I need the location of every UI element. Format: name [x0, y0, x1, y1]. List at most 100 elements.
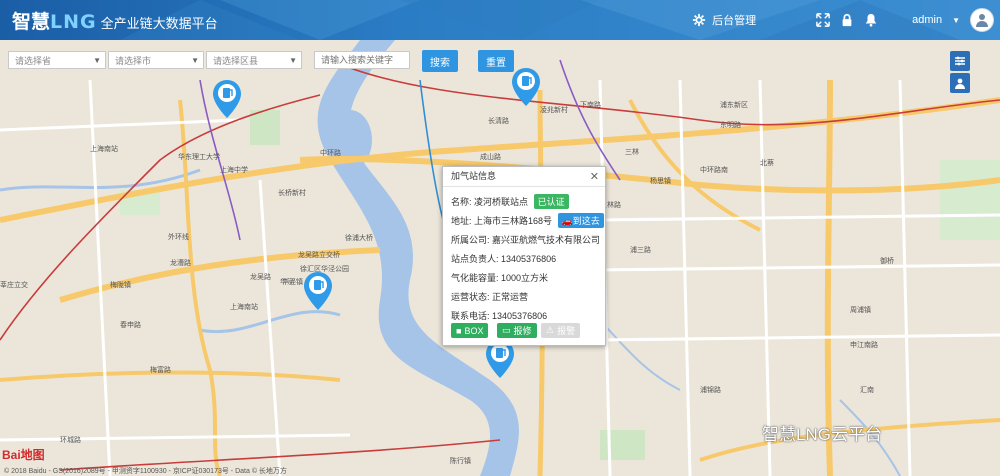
company-value: 嘉兴亚航燃气技术有限公司 [492, 235, 601, 245]
station-pin-icon[interactable] [512, 68, 540, 106]
map-label: 周浦镇 [850, 307, 871, 314]
navigate-label: 到这去 [572, 216, 600, 226]
map-label: 上海南站 [90, 146, 118, 153]
phone-value: 13405376806 [492, 311, 548, 321]
phone-row: 联系电话: 13405376806 [451, 309, 547, 322]
bell-icon[interactable] [864, 13, 878, 27]
status-value: 正常运营 [492, 292, 529, 302]
avatar[interactable] [970, 8, 994, 32]
gear-icon [692, 13, 706, 27]
search-button[interactable]: 搜索 [422, 50, 458, 72]
logo-subtitle: 全产业链大数据平台 [100, 16, 218, 31]
status-row: 运营状态: 正常运营 [451, 290, 528, 303]
district-select[interactable]: 请选择区县 ▼ [206, 51, 302, 69]
layer-toggle-button[interactable] [950, 51, 970, 71]
verified-badge: 已认证 [533, 194, 569, 209]
chevron-down-icon: ▼ [93, 56, 101, 65]
map-label: 长清路 [488, 118, 509, 125]
top-header: 智慧LNG 全产业链大数据平台 后台管理 admin ▼ [0, 0, 1000, 40]
capacity-row: 气化能容量: 1000立方米 [451, 271, 548, 284]
map-label: 龙吴路 [250, 274, 271, 281]
address-row: 地址: 上海市三林路168号 🚗到这去 [451, 213, 604, 228]
app-logo[interactable]: 智慧LNG 全产业链大数据平台 [12, 7, 218, 34]
filter-bar: 请选择省 ▼ 请选择市 ▼ 请选择区县 ▼ 搜索 重置 [0, 50, 1000, 72]
logo-lng: LNG [50, 11, 97, 33]
map-label: 陈行镇 [450, 458, 471, 465]
address-label: 地址: [451, 216, 472, 226]
map-label: 环城路 [60, 437, 81, 444]
map-label: 龙漕路 [170, 260, 191, 267]
station-pin-icon[interactable] [213, 80, 241, 118]
map-copyright: © 2018 Baidu - GS(2016)2089号 - 甲测资字11009… [4, 468, 287, 475]
wechat-watermark: 智慧LNG云平台 [762, 425, 882, 444]
map-label: 东明路 [720, 122, 741, 129]
chevron-down-icon: ▼ [191, 56, 199, 65]
box-button[interactable]: ■ BOX [451, 323, 489, 338]
map-label: 御桥 [880, 258, 894, 265]
map-label: 徐浦大桥 [345, 235, 373, 242]
map-label: 三林 [625, 149, 639, 156]
navigate-button[interactable]: 🚗到这去 [557, 213, 604, 228]
map-label: 外环线 [168, 234, 189, 241]
map-label: 华泾镇 [282, 279, 303, 286]
alarm-button[interactable]: ⚠ 报警 [541, 323, 581, 338]
city-select[interactable]: 请选择市 ▼ [108, 51, 204, 69]
company-label: 所属公司: [451, 235, 490, 245]
manager-label: 站点负责人: [451, 254, 499, 264]
box-label: BOX [464, 325, 484, 336]
capacity-value: 1000立方米 [501, 273, 549, 283]
capacity-label: 气化能容量: [451, 273, 499, 283]
district-value: 请选择区县 [213, 56, 259, 66]
close-icon[interactable]: ✕ [590, 170, 599, 183]
map-label: 成山路 [480, 154, 501, 161]
map-label: 北蔡 [760, 160, 774, 167]
map-label: 中环路南 [700, 167, 728, 174]
lock-icon[interactable] [840, 13, 854, 27]
map-label: 春申路 [120, 322, 141, 329]
alarm-label: 报警 [557, 326, 576, 336]
map-label: 华东理工大学 [178, 154, 220, 161]
backend-label: 后台管理 [712, 15, 757, 27]
chevron-down-icon: ▼ [289, 56, 297, 65]
map-label: 浦东新区 [720, 102, 748, 109]
logo-main: 智慧 [12, 12, 51, 33]
car-icon: 🚗 [561, 216, 573, 226]
box-icon: ■ [456, 325, 462, 336]
reset-button[interactable]: 重置 [478, 50, 514, 72]
backend-button[interactable]: 后台管理 [692, 12, 756, 28]
map-label: 龙吴路立交桥 [298, 252, 340, 259]
city-value: 请选择市 [115, 56, 152, 66]
repair-button[interactable]: ▭ 报修 [497, 323, 537, 338]
map-label: 凌兆新村 [540, 107, 568, 114]
province-value: 请选择省 [15, 56, 52, 66]
manager-value: 13405376806 [501, 254, 557, 264]
popup-title: 加气站信息 [443, 167, 605, 187]
phone-label: 联系电话: [451, 311, 490, 321]
company-row: 所属公司: 嘉兴亚航燃气技术有限公司 [451, 233, 600, 246]
status-label: 运营状态: [451, 292, 490, 302]
province-select[interactable]: 请选择省 ▼ [8, 51, 106, 69]
manager-row: 站点负责人: 13405376806 [451, 252, 556, 265]
repair-label: 报修 [513, 326, 532, 336]
map-label: 梅陇镇 [110, 282, 131, 289]
chevron-down-icon[interactable]: ▼ [952, 16, 960, 25]
station-pin-icon[interactable] [304, 272, 332, 310]
name-value: 凌河桥联站点 [474, 197, 529, 207]
header-actions: 后台管理 admin ▼ [692, 0, 994, 40]
station-info-popup: 加气站信息 ✕ 名称: 凌河桥联站点 已认证 地址: 上海市三林路168号 🚗到… [442, 166, 606, 346]
sliders-icon [955, 56, 965, 66]
expand-icon[interactable] [816, 13, 830, 27]
map-label: 梅富路 [150, 367, 171, 374]
map-label: 杨思镇 [650, 178, 671, 185]
map-label: 上海中学 [220, 167, 248, 174]
address-value: 上海市三林路168号 [474, 216, 553, 226]
map-label: 浦锦路 [700, 387, 721, 394]
name-label: 名称: [451, 197, 472, 207]
user-locate-button[interactable] [950, 73, 970, 93]
keyword-input[interactable] [314, 51, 410, 69]
map-label: 上海南站 [230, 304, 258, 311]
map-label: 申江南路 [850, 342, 878, 349]
user-name[interactable]: admin [912, 14, 942, 26]
map-label: 长桥新村 [278, 190, 306, 197]
warning-icon: ⚠ [546, 325, 555, 335]
